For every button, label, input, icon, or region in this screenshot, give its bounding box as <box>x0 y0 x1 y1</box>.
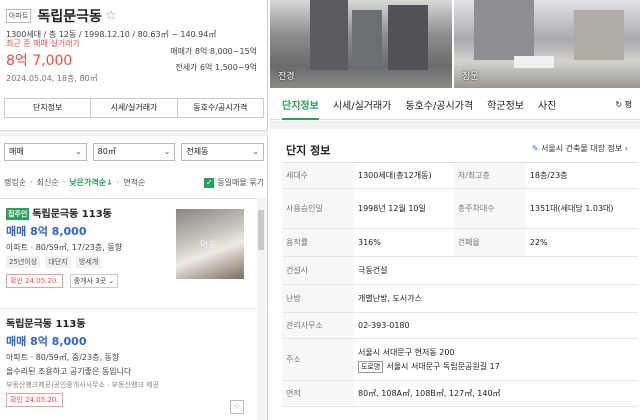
tab-photos[interactable]: 사진 <box>538 97 556 112</box>
list-item[interactable]: 집주인 독립문극동 113동 매매 8억 8,000 아파트 · 80/59㎡, … <box>0 199 268 309</box>
pen-icon: ✎ <box>531 144 539 153</box>
complex-name: 독립문극동 <box>37 9 102 25</box>
listing-agents: 부동산뱅크제공|공인중개사사무소 · 부동산뱅크 제공 <box>6 381 159 389</box>
tab-school[interactable]: 학군정보 <box>487 97 524 112</box>
table-row: 주소 서울시 서대문구 현저동 200 도로명 서울시 서대문구 독립문공원길 1… <box>282 338 638 381</box>
right-tab-bar: 단지정보 시세/실거래가 동호수/공시가격 학군정보 사진 ↻ 평 <box>270 90 640 120</box>
address-lot: 서울시 서대문구 현저동 200 <box>358 347 455 357</box>
owner-badge: 집주인 <box>6 208 30 220</box>
tag-chip: 25년이상 <box>6 256 41 268</box>
table-row: 사용승인일 1998년 12월 10일 총주차대수 1351대(세대당 1.03대) <box>282 188 638 229</box>
scrollbar-thumb[interactable] <box>258 210 264 250</box>
divider <box>0 130 268 136</box>
tab-complex-info[interactable]: 단지정보 <box>282 97 319 120</box>
sort-low-price[interactable]: 낮은가격순↓ <box>69 177 113 188</box>
listing-list: 집주인 독립문극동 113동 매매 8억 8,000 아파트 · 80/59㎡, … <box>0 198 268 420</box>
type-tag: 아파트 <box>6 9 32 23</box>
sort-ranking[interactable]: 랭킹순 <box>4 177 26 188</box>
left-tab-units[interactable]: 동호수/공시가격 <box>178 99 263 117</box>
recent-trade-price: 8억 7,000 <box>6 53 73 69</box>
checkbox-checked-icon[interactable]: ✓ <box>204 177 215 188</box>
photo-exterior[interactable]: 전경 <box>270 0 452 88</box>
chevron-down-icon: ⌄ <box>74 147 82 156</box>
complex-header: 아파트 독립문극동 ☆ 1300세대 / 총 12동 / 1998.12.10 … <box>0 0 267 39</box>
scrollbar[interactable] <box>257 198 265 420</box>
chevron-down-icon: ⌄ <box>108 277 115 285</box>
photo-main-gate[interactable]: 정문 <box>454 0 640 88</box>
table-row: 세대수 1300세대(총12개동) 저/최고층 18층/23층 <box>282 162 638 189</box>
broker-count-button[interactable]: 중개사 3곳 ⌄ <box>69 274 119 288</box>
table-row: 난방 개별난방, 도시가스 <box>282 284 638 313</box>
sale-price-range: 매매가 8억 8,000~15억 <box>170 47 257 56</box>
listing-detail: 아파트 · 80/59㎡, 중/23층, 동향 <box>6 353 120 362</box>
recent-trade-meta: 2024.05.04, 18층, 80㎡ <box>6 74 98 83</box>
section-title: 단지 정보 <box>286 144 331 157</box>
same-listing-toggle[interactable]: ✓ 동일매물 묶기 <box>204 177 264 188</box>
listing-panel: 아파트 독립문극동 ☆ 1300세대 / 총 12동 / 1998.12.10 … <box>0 0 268 420</box>
table-row: 용적률 316% 건폐율 22% <box>282 228 638 257</box>
left-tab-bar: 단지정보 시세/실거래가 동호수/공시가격 <box>4 98 264 118</box>
recent-trade-label: 최근 준 매매 실거래가 <box>6 39 80 48</box>
trade-type-select[interactable]: 매매 ⌄ <box>4 143 87 161</box>
address-road: 서울시 서대문구 독립문공원길 17 <box>386 361 500 371</box>
listing-title: 독립문극동 113동 <box>6 319 86 330</box>
refresh-button[interactable]: ↻ 평 <box>615 99 632 110</box>
area-select[interactable]: 80㎡ ⌄ <box>92 143 176 161</box>
photo-label: 전경 <box>278 72 295 82</box>
table-row: 건설사 극동건설 <box>282 256 638 285</box>
same-listing-label: 동일매물 묶기 <box>217 178 264 187</box>
photo-label: 정문 <box>462 72 479 82</box>
sort-row: 랭킹순 · 최신순 · 낮은가격순↓ · 면적순 ✓ 동일매물 묶기 <box>4 177 264 188</box>
building-select[interactable]: 전체동 ⌄ <box>181 143 265 161</box>
complex-info-table: 세대수 1300세대(총12개동) 저/최고층 18층/23층 사용승인일 1998년… <box>282 162 638 407</box>
listing-price: 매매 8억 8,000 <box>6 335 87 348</box>
table-row: 면적 80㎡, 108A㎡, 108B㎡, 127㎡, 140㎡ <box>282 380 638 407</box>
left-tab-price[interactable]: 시세/실거래가 <box>91 99 178 117</box>
chevron-down-icon: ⌄ <box>163 147 171 156</box>
sort-area[interactable]: 면적순 <box>123 177 145 188</box>
sort-latest[interactable]: 최신순 <box>37 177 59 188</box>
road-address-tag: 도로명 <box>358 360 384 373</box>
list-item[interactable]: 독립문극동 113동 매매 8억 8,000 아파트 · 80/59㎡, 중/2… <box>0 309 268 420</box>
tag-chip: 방세개 <box>75 256 102 268</box>
table-row: 관리사무소 02-393-0180 <box>282 312 638 339</box>
confirmed-date: 확인 24.05.20. <box>6 393 63 407</box>
tab-units[interactable]: 동호수/공시가격 <box>405 97 473 112</box>
tab-price[interactable]: 시세/실거래가 <box>333 97 392 112</box>
filter-row: 매매 ⌄ 80㎡ ⌄ 전체동 ⌄ <box>4 143 265 161</box>
favorite-star-icon[interactable]: ☆ <box>230 400 244 414</box>
jeonse-price-range: 전세가 6억 1,500~9억 <box>175 63 257 72</box>
listing-description: 올수리된 조용하고 공기좋은 동입니다 <box>6 367 132 376</box>
confirmed-date: 확인 24.05.20. <box>6 274 63 288</box>
divider <box>270 121 640 129</box>
tag-chip: 대단지 <box>45 256 71 268</box>
left-tab-complex-info[interactable]: 단지정보 <box>5 99 92 117</box>
listing-title: 독립문극동 113동 <box>32 209 112 220</box>
star-outline-icon[interactable]: ☆ <box>105 9 117 24</box>
chevron-down-icon: ⌄ <box>252 147 260 156</box>
thumbnail-watermark: 아실 <box>200 240 217 250</box>
detail-panel: 전경 정문 단지정보 시세/실거래가 동호수/공시가격 학군정보 사진 ↻ 평 … <box>270 0 640 420</box>
building-registry-link[interactable]: ✎ 서울시 건축물 대장 정보 › <box>532 143 628 154</box>
listing-thumbnail[interactable]: 아실 <box>176 209 244 279</box>
recent-trade: 최근 준 매매 실거래가 8억 7,000 2024.05.04, 18층, 8… <box>0 36 267 90</box>
